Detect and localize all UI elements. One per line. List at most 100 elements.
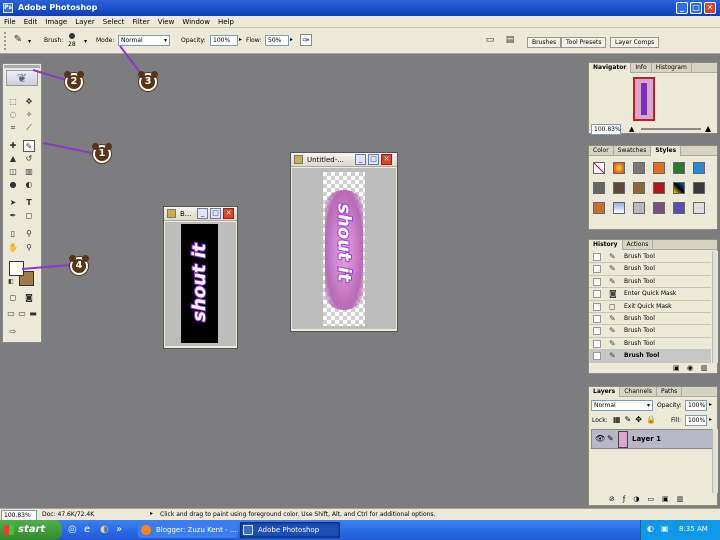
style-swatch[interactable] (593, 202, 605, 214)
tab-layers[interactable]: Layers (589, 387, 621, 397)
document-small-canvas-area[interactable]: shout it (165, 222, 236, 346)
tab-histogram[interactable]: Histogram (652, 63, 692, 73)
fill-slider-icon[interactable]: ▸ (709, 416, 712, 423)
brush-icon: ✎ (609, 264, 616, 274)
history-item[interactable]: ◻ Exit Quick Mask (589, 301, 711, 313)
tab-styles[interactable]: Styles (651, 146, 682, 156)
tab-paths[interactable]: Paths (657, 387, 683, 397)
history-item[interactable]: ✎ Brush Tool (589, 338, 711, 351)
navigator-thumbnail[interactable] (633, 77, 655, 121)
taskbar-item-photoshop[interactable]: Adobe Photoshop (240, 522, 340, 538)
layer-opacity-slider-icon[interactable]: ▸ (709, 401, 712, 408)
windows-logo-icon (4, 525, 14, 535)
quicklaunch-overflow-icon[interactable]: » (116, 524, 122, 535)
document-small-titlebar[interactable]: B... _ □ ✕ (164, 207, 237, 221)
blend-mode-value: Normal (594, 402, 616, 409)
style-swatch[interactable] (593, 182, 605, 194)
style-swatch[interactable] (613, 202, 625, 214)
brush-link-icon[interactable]: ✎ (607, 434, 614, 443)
zoom-out-icon[interactable]: ▲ (629, 125, 634, 133)
fill-field[interactable]: 100% (685, 415, 707, 426)
style-swatch[interactable] (693, 182, 705, 194)
style-swatch[interactable] (673, 182, 685, 194)
tab-navigator[interactable]: Navigator (589, 63, 632, 73)
history-checkbox[interactable] (593, 327, 601, 336)
history-checkbox[interactable] (593, 302, 601, 311)
tray-icon[interactable]: ◐ (647, 524, 654, 533)
history-checkbox[interactable] (593, 315, 601, 323)
history-item[interactable]: ✎ Brush Tool (589, 276, 711, 289)
history-scrollbar[interactable] (712, 251, 718, 363)
quicklaunch-icon[interactable]: e (84, 524, 90, 535)
document-large-close-button[interactable]: ✕ (381, 154, 392, 165)
status-menu-icon[interactable]: ▸ (150, 510, 153, 517)
history-checkbox[interactable] (593, 265, 601, 274)
history-item-label: Brush Tool (624, 352, 660, 360)
style-swatch[interactable] (673, 202, 685, 214)
history-checkbox[interactable] (593, 352, 601, 361)
trash-icon[interactable]: ▥ (701, 364, 708, 372)
history-item-label: Brush Tool (624, 277, 655, 285)
history-item[interactable]: ✎ Brush Tool (589, 263, 711, 276)
history-item-selected[interactable]: ✎ Brush Tool (589, 350, 711, 363)
style-swatch[interactable] (653, 162, 665, 174)
new-snapshot-icon[interactable]: ◉ (687, 364, 693, 372)
blend-mode-select[interactable]: Normal ▾ (591, 400, 653, 411)
brush-icon: ✎ (609, 314, 616, 323)
style-none[interactable] (593, 162, 605, 174)
document-large-maximize-button[interactable]: □ (368, 154, 379, 165)
style-swatch[interactable] (693, 162, 705, 174)
tab-actions[interactable]: Actions (623, 240, 654, 250)
style-swatch[interactable] (673, 162, 685, 174)
history-item-label: Brush Tool (624, 253, 655, 260)
document-large-canvas-area[interactable]: shout it (292, 168, 396, 329)
lock-options-icon[interactable]: ▦✎✥🔒 (613, 415, 660, 424)
style-swatch[interactable] (613, 182, 625, 194)
tab-swatches[interactable]: Swatches (614, 146, 652, 156)
zoom-in-icon[interactable]: ▲ (705, 124, 711, 133)
navigator-zoom-field[interactable]: 100.83% (591, 124, 621, 135)
layer-actions-icon[interactable]: ⊘ƒ◑▭▣▥ (609, 495, 691, 503)
history-item[interactable]: ◙ Enter Quick Mask (589, 288, 711, 301)
layers-scrollbar[interactable] (712, 429, 718, 493)
annotation-badge-1: 1 (92, 143, 112, 163)
quicklaunch-icon[interactable]: ◎ (68, 524, 77, 535)
document-small-minimize-button[interactable]: _ (197, 208, 208, 219)
tab-info[interactable]: Info (631, 63, 652, 73)
document-large-minimize-button[interactable]: _ (355, 154, 366, 165)
history-checkbox[interactable] (593, 339, 601, 348)
style-swatch[interactable] (633, 182, 645, 194)
style-swatch[interactable] (693, 202, 705, 214)
history-checkbox[interactable] (593, 290, 601, 299)
start-button[interactable]: start (0, 520, 62, 540)
style-swatch[interactable] (653, 182, 665, 194)
document-window-small[interactable]: B... _ □ ✕ shout it (163, 206, 238, 349)
style-swatch[interactable] (653, 202, 665, 214)
tray-icon[interactable]: ▣ (661, 524, 669, 533)
history-item[interactable]: ✎ Brush Tool (589, 251, 711, 264)
tab-color[interactable]: Color (589, 146, 614, 156)
brush-icon: ✎ (609, 338, 616, 348)
eye-icon[interactable]: 👁 (595, 434, 605, 443)
document-small-close-button[interactable]: ✕ (223, 208, 234, 219)
history-item[interactable]: ✎ Brush Tool (589, 313, 711, 326)
style-swatch[interactable] (633, 202, 645, 214)
history-checkbox[interactable] (593, 253, 601, 261)
tab-channels[interactable]: Channels (620, 387, 657, 397)
document-large-titlebar[interactable]: Untitled-... _ □ ✕ (291, 153, 397, 167)
layer-row[interactable]: 👁 ✎ Layer 1 (591, 429, 717, 449)
clock: 8:35 AM (679, 525, 708, 533)
style-swatch[interactable] (613, 162, 625, 174)
tab-history[interactable]: History (589, 240, 623, 250)
style-swatch[interactable] (633, 162, 645, 174)
navigator-zoom-slider[interactable] (641, 128, 701, 130)
document-small-maximize-button[interactable]: □ (210, 208, 221, 219)
layer-opacity-field[interactable]: 100% (685, 400, 707, 411)
layers-tabs: Layers Channels Paths (589, 387, 717, 397)
new-document-icon[interactable]: ▣ (673, 364, 680, 372)
history-item[interactable]: ✎ Brush Tool (589, 325, 711, 338)
document-window-large[interactable]: Untitled-... _ □ ✕ shout it (290, 152, 398, 332)
taskbar-item-blogger[interactable]: Blogger: Zuzu Kent - ... (138, 522, 238, 538)
history-checkbox[interactable] (593, 277, 601, 286)
quicklaunch-icon[interactable]: ◐ (100, 524, 109, 535)
